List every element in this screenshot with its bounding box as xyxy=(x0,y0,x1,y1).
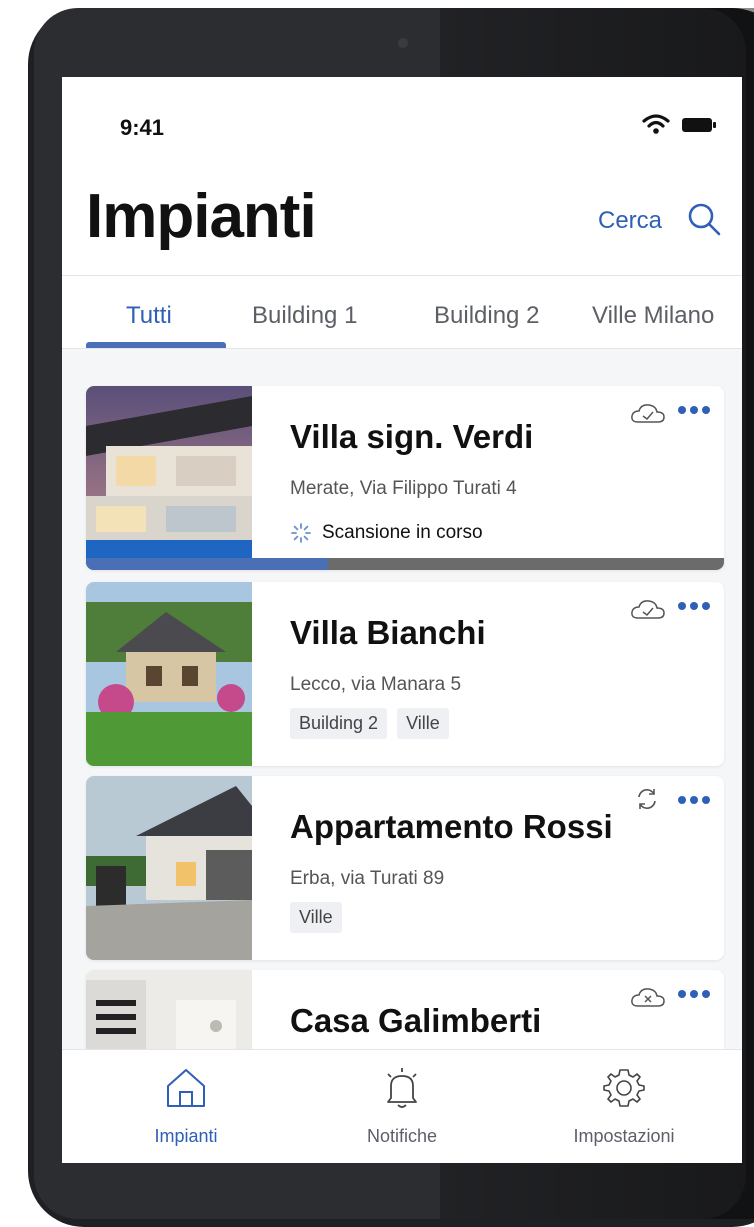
scan-progress-fill xyxy=(86,558,329,570)
plant-title: Appartamento Rossi xyxy=(290,808,613,845)
tag-chip: Ville xyxy=(290,902,342,933)
more-options-button[interactable] xyxy=(678,796,710,804)
more-options-button[interactable] xyxy=(678,406,710,414)
plant-title: Villa sign. Verdi xyxy=(290,418,534,455)
plant-title: Villa Bianchi xyxy=(290,614,486,651)
cloud-error-icon xyxy=(631,988,665,1007)
sync-icon xyxy=(638,789,656,809)
more-options-button[interactable] xyxy=(678,602,710,610)
cloud-check-icon xyxy=(631,404,665,423)
cloud-check-icon xyxy=(631,600,665,619)
tab-tutti[interactable]: Tutti xyxy=(126,302,172,330)
status-bar: 9:41 xyxy=(62,77,742,140)
tab-bar-label: Impianti xyxy=(154,1126,218,1146)
spinner-icon xyxy=(291,523,311,543)
plant-photo xyxy=(86,582,252,766)
plant-tags: Ville xyxy=(290,902,342,933)
tab-building-1[interactable]: Building 1 xyxy=(252,302,357,330)
plant-tags: Building 2 Ville xyxy=(290,708,449,739)
home-icon xyxy=(167,1069,205,1107)
plant-address: Merate, Via Filippo Turati 4 xyxy=(290,478,517,499)
plant-card[interactable]: Villa Bianchi Lecco, via Manara 5 Buildi… xyxy=(86,582,724,766)
filter-tabs: Tutti Building 1 Building 2 Ville Milano xyxy=(62,276,742,348)
plant-address: Lecco, via Manara 5 xyxy=(290,674,462,695)
tag-chip: Ville xyxy=(397,708,449,739)
page-title: Impianti xyxy=(86,182,317,251)
scan-status: Scansione in corso xyxy=(290,522,483,544)
tab-bar-label: Impostazioni xyxy=(573,1126,675,1146)
tab-building-2[interactable]: Building 2 xyxy=(434,302,539,330)
tabs-divider xyxy=(62,348,742,349)
bottom-tab-bar: Impianti Notifiche Impostazioni xyxy=(62,1049,742,1163)
front-camera xyxy=(398,38,408,48)
tab-bar-label: Notifiche xyxy=(366,1126,438,1146)
plant-card[interactable]: Appartamento Rossi Erba, via Turati 89 V… xyxy=(86,776,724,960)
tag-chip: Building 2 xyxy=(290,708,388,739)
scan-progress-bar xyxy=(86,558,724,570)
app-screen: 9:41 Impianti Cerca Tutti Building 1 Bui… xyxy=(62,77,742,1163)
gear-icon xyxy=(603,1069,645,1107)
page-header: Impianti Cerca xyxy=(62,137,742,277)
bell-icon xyxy=(387,1068,417,1108)
plant-title: Casa Galimberti xyxy=(290,1002,542,1039)
plant-photo xyxy=(86,776,252,960)
tab-ville-milano[interactable]: Ville Milano xyxy=(592,302,714,330)
plant-address: Erba, via Turati 89 xyxy=(290,868,445,889)
wifi-icon xyxy=(642,114,670,134)
more-options-button[interactable] xyxy=(678,990,710,998)
plant-photo xyxy=(86,386,252,570)
search-button[interactable]: Cerca xyxy=(598,207,662,235)
plant-card[interactable]: Villa sign. Verdi Merate, Via Filippo Tu… xyxy=(86,386,724,570)
scan-status-label: Scansione in corso xyxy=(322,522,483,543)
battery-icon xyxy=(682,118,716,132)
search-icon[interactable] xyxy=(686,201,722,237)
